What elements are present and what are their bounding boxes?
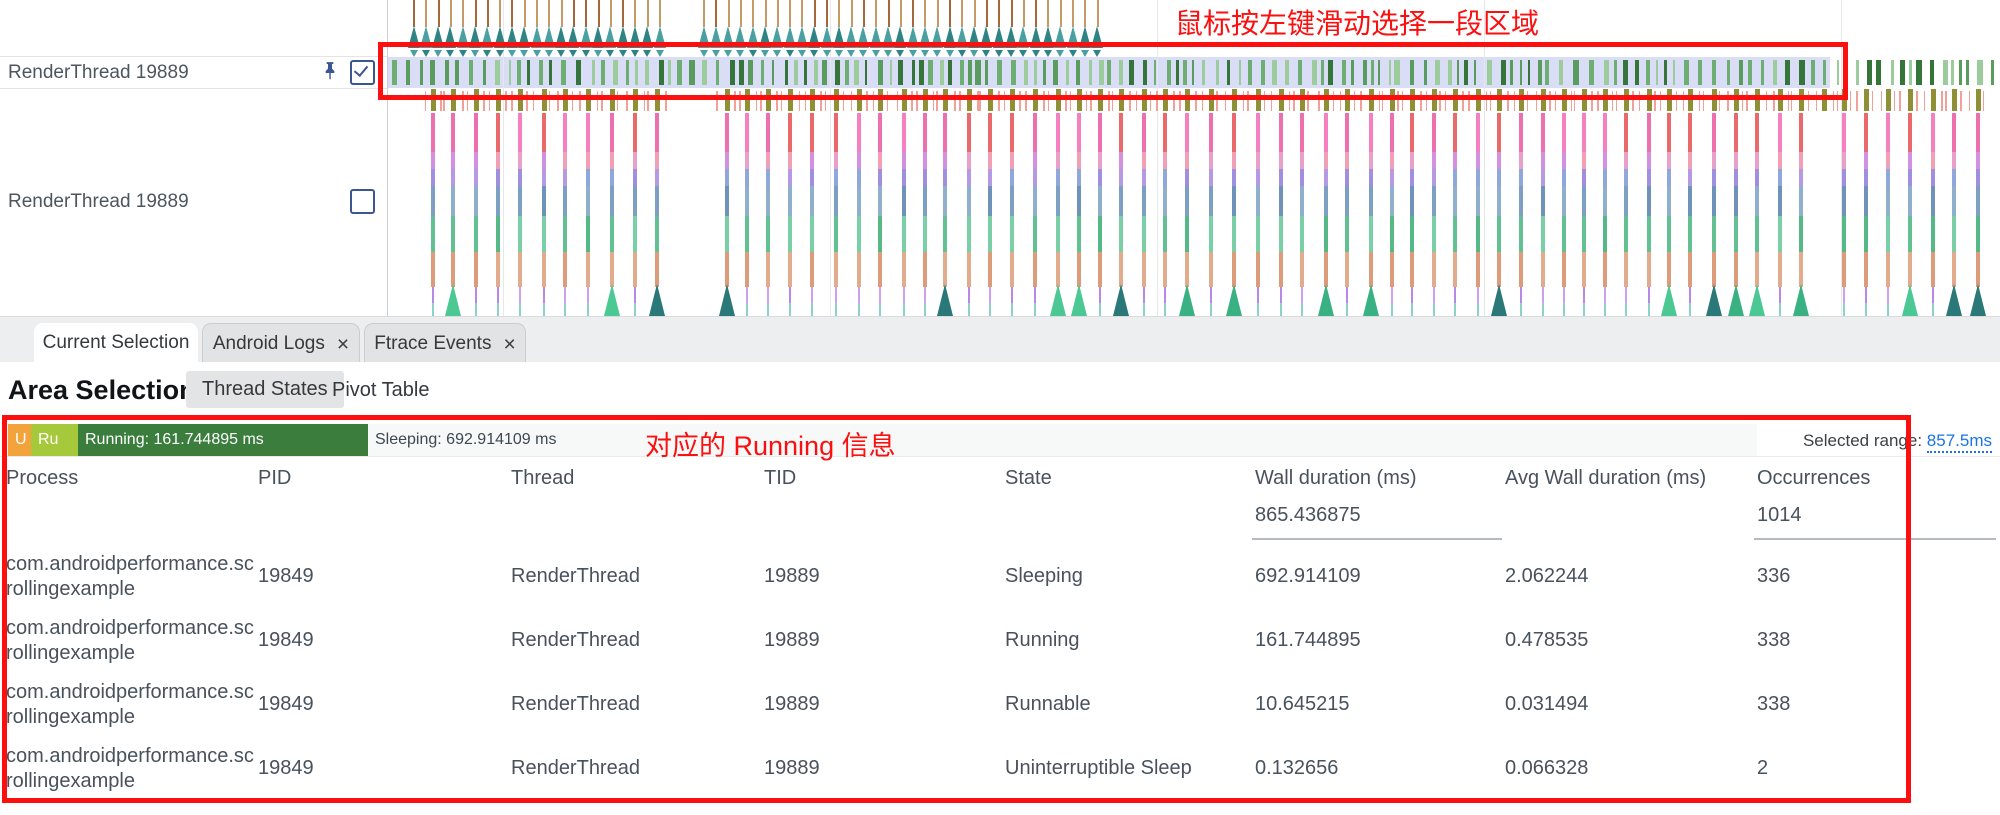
col-pid[interactable]: PID xyxy=(258,467,498,490)
track-label: RenderThread 19889 xyxy=(0,191,350,213)
table-row[interactable]: com.androidperformance.scrollingexample … xyxy=(0,545,2000,609)
tab-label: Android Logs xyxy=(213,333,325,355)
summary-segment-runnable[interactable]: Ru xyxy=(31,424,78,456)
cell-avg: 0.031494 xyxy=(1505,693,1745,716)
underline xyxy=(1252,538,1502,540)
tab-android-logs[interactable]: Android Logs × xyxy=(202,323,360,364)
cell-thread: RenderThread xyxy=(511,693,751,716)
thread-states-button[interactable]: Thread States xyxy=(186,371,344,408)
cell-state: Sleeping xyxy=(1005,565,1245,588)
cell-tid: 19889 xyxy=(764,757,992,780)
thread-states-panel: U Ru Running: 161.744895 ms Sleeping: 69… xyxy=(0,424,2000,815)
cell-avg: 0.478535 xyxy=(1505,629,1745,652)
col-tid[interactable]: TID xyxy=(764,467,992,490)
bottom-panel-tabbar: Current Selection Android Logs × Ftrace … xyxy=(0,316,2000,363)
track-label: RenderThread 19889 xyxy=(0,62,320,84)
state-summary-bar[interactable]: U Ru Running: 161.744895 ms Sleeping: 69… xyxy=(0,424,2000,457)
cell-state: Uninterruptible Sleep xyxy=(1005,757,1245,780)
cell-occ: 338 xyxy=(1757,693,1993,716)
cell-process: com.androidperformance.scrollingexample xyxy=(6,616,254,666)
cell-tid: 19889 xyxy=(764,565,992,588)
table-row[interactable]: com.androidperformance.scrollingexample … xyxy=(0,737,2000,801)
close-icon[interactable]: × xyxy=(503,334,515,355)
table-row[interactable]: com.androidperformance.scrollingexample … xyxy=(0,609,2000,673)
track-separator xyxy=(0,88,387,89)
cell-thread: RenderThread xyxy=(511,565,751,588)
tab-ftrace-events[interactable]: Ftrace Events × xyxy=(364,323,526,364)
cell-tid: 19889 xyxy=(764,629,992,652)
cell-state: Runnable xyxy=(1005,693,1245,716)
cell-occ: 338 xyxy=(1757,629,1993,652)
track-checkbox-unchecked[interactable] xyxy=(350,189,375,214)
cell-tid: 19889 xyxy=(764,693,992,716)
annotation-running-hint: 对应的 Running 信息 xyxy=(645,424,896,463)
cell-state: Running xyxy=(1005,629,1245,652)
summary-segment-running[interactable]: Running: 161.744895 ms xyxy=(78,424,368,456)
cell-process: com.androidperformance.scrollingexample xyxy=(6,552,254,602)
cell-process: com.androidperformance.scrollingexample xyxy=(6,744,254,794)
selected-range-value[interactable]: 857.5ms xyxy=(1927,431,1992,453)
panel-title: Area Selection xyxy=(8,375,196,406)
totals-row: 865.436875 1014 xyxy=(0,500,2000,545)
underline xyxy=(1754,538,1996,540)
close-icon[interactable]: × xyxy=(337,334,349,355)
col-process[interactable]: Process xyxy=(6,467,254,490)
track-group-row[interactable]: RenderThread 19889 xyxy=(0,186,387,217)
timeline-panel[interactable]: RenderThread 19889 RenderThread 19889 xyxy=(0,0,2000,316)
cell-pid: 19849 xyxy=(258,629,498,652)
total-wall-duration: 865.436875 xyxy=(1255,504,1495,527)
cell-wall: 0.132656 xyxy=(1255,757,1495,780)
pin-icon[interactable] xyxy=(320,59,340,87)
cell-pid: 19849 xyxy=(258,757,498,780)
cell-thread: RenderThread xyxy=(511,757,751,780)
perfetto-trace-viewer: RenderThread 19889 RenderThread 19889 鼠标… xyxy=(0,0,2000,815)
cell-wall: 10.645215 xyxy=(1255,693,1495,716)
cell-occ: 2 xyxy=(1757,757,1993,780)
sidebar-divider xyxy=(387,0,388,316)
col-thread[interactable]: Thread xyxy=(511,467,751,490)
cell-wall: 161.744895 xyxy=(1255,629,1495,652)
track-checkbox-checked[interactable] xyxy=(350,60,375,85)
summary-segment-sleeping[interactable]: Sleeping: 692.914109 ms xyxy=(368,424,1757,456)
table-header: Process PID Thread TID State Wall durati… xyxy=(0,456,2000,500)
col-occurrences[interactable]: Occurrences xyxy=(1757,467,1993,490)
selected-range: Selected range: 857.5ms xyxy=(1803,431,1992,451)
area-selection-header: Area Selection Thread States Pivot Table xyxy=(0,362,2000,424)
tab-label: Current Selection xyxy=(43,332,190,354)
cell-occ: 336 xyxy=(1757,565,1993,588)
selected-range-label: Selected range: xyxy=(1803,431,1922,450)
tab-current-selection[interactable]: Current Selection xyxy=(34,323,198,363)
table-row[interactable]: com.androidperformance.scrollingexample … xyxy=(0,673,2000,737)
cell-process: com.androidperformance.scrollingexample xyxy=(6,680,254,730)
pinned-track-row[interactable]: RenderThread 19889 xyxy=(0,57,387,88)
annotation-select-hint: 鼠标按左键滑动选择一段区域 xyxy=(1175,2,1539,42)
cell-wall: 692.914109 xyxy=(1255,565,1495,588)
cell-pid: 19849 xyxy=(258,565,498,588)
summary-segment-uninterruptible[interactable]: U xyxy=(8,424,31,456)
timeline-canvas[interactable] xyxy=(0,0,2000,316)
cell-avg: 0.066328 xyxy=(1505,757,1745,780)
tab-label: Ftrace Events xyxy=(374,333,491,355)
total-occurrences: 1014 xyxy=(1757,504,1993,527)
col-avg-wall-duration[interactable]: Avg Wall duration (ms) xyxy=(1505,467,1745,490)
pivot-table-button[interactable]: Pivot Table xyxy=(332,379,429,402)
col-wall-duration[interactable]: Wall duration (ms) xyxy=(1255,467,1495,490)
col-state[interactable]: State xyxy=(1005,467,1245,490)
cell-pid: 19849 xyxy=(258,693,498,716)
cell-avg: 2.062244 xyxy=(1505,565,1745,588)
cell-thread: RenderThread xyxy=(511,629,751,652)
